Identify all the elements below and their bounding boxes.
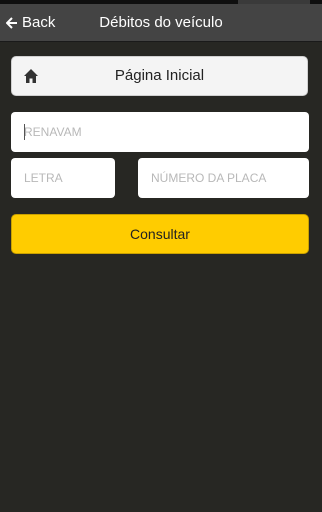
top-bar: Back Débitos do veículo	[0, 4, 322, 42]
home-button-label: Página Inicial	[114, 67, 205, 84]
letra-input[interactable]	[11, 158, 115, 198]
plate-number-input[interactable]	[138, 158, 309, 198]
renavam-input[interactable]	[11, 112, 309, 152]
consultar-button[interactable]: Consultar	[11, 214, 309, 254]
page-title: Débitos do veículo	[99, 14, 223, 31]
text-cursor	[24, 124, 25, 140]
home-button[interactable]: Página Inicial	[11, 56, 308, 96]
